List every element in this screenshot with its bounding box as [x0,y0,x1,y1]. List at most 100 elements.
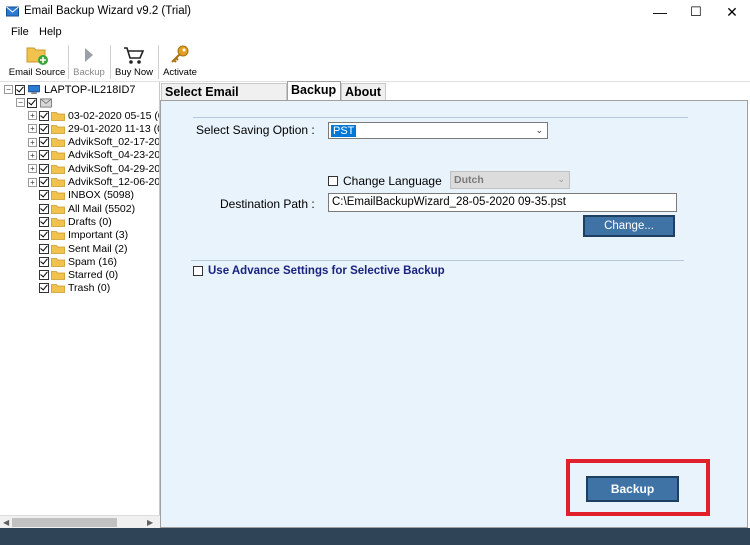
folder-icon [51,271,65,280]
email-source-button[interactable]: Email Source [8,42,66,82]
toolbar-separator [68,45,69,79]
folder-checkbox[interactable] [39,177,49,187]
saving-option-value: PST [331,125,357,137]
folder-icon [51,111,65,121]
tree-folder-item[interactable]: Starred (0) [28,269,118,282]
folder-icon [51,138,65,147]
folder-icon [51,217,65,227]
change-path-button[interactable]: Change... [583,215,675,237]
tree-folder-label: INBOX (5098) [68,189,134,202]
buy-now-label: Buy Now [114,67,153,78]
saving-option-select[interactable]: PST ⌄ [328,122,548,139]
folder-checkbox[interactable] [39,137,49,148]
change-language-option[interactable]: Change Language [328,174,442,188]
collapse-toggle[interactable]: − [16,98,25,107]
tree-root-label: LAPTOP-IL218ID7 [44,83,136,96]
menu-file[interactable]: File [11,26,29,38]
folder-checkbox[interactable] [39,163,49,174]
tree-folder-item[interactable]: +03-02-2020 05-15 (0) [28,109,159,122]
folder-icon [51,231,65,241]
chevron-down-icon: ⌄ [535,125,543,135]
activate-button[interactable]: Activate [161,42,199,82]
folder-checkbox[interactable] [39,123,49,134]
tree-folder-item[interactable]: +29-01-2020 11-13 (0) [28,122,159,135]
folder-checkbox[interactable] [39,150,49,161]
expand-toggle[interactable]: + [28,111,37,120]
tab-strip: Select Email Source Backup About [160,81,750,113]
tree-folder-item[interactable]: INBOX (5098) [28,189,134,202]
toolbar: Email Source Backup Buy Now Activate [0,42,750,82]
folder-checkbox[interactable] [39,110,49,121]
tab-backup[interactable]: Backup [287,81,341,100]
scrollbar-thumb[interactable] [12,518,117,527]
close-button[interactable]: ✕ [714,0,750,24]
folder-checkbox[interactable] [39,190,49,201]
tree-folder-label: Starred (0) [68,269,119,282]
tree-root[interactable]: − LAPTOP-IL218ID7 [4,83,136,96]
tree-folder-label: AdvikSoft_04-23-2019 [68,149,160,162]
play-arrow-icon [85,48,93,62]
app-envelope-icon [6,6,19,17]
expand-toggle[interactable]: + [28,137,37,147]
tree-folder-item[interactable]: + AdvikSoft_04-23-2019 [28,149,160,162]
folder-checkbox[interactable] [39,256,49,267]
tree-folder-item[interactable]: Drafts (0) [28,215,112,228]
folder-icon [51,124,65,134]
advance-settings-option[interactable]: Use Advance Settings for Selective Backu… [193,265,445,277]
status-bar [0,528,750,545]
backup-toolbar-label: Backup [73,67,105,78]
computer-icon [28,84,40,94]
folder-checkbox[interactable] [39,243,49,254]
backup-toolbar-button[interactable]: Backup [71,42,107,82]
divider [193,117,688,118]
minimize-button[interactable]: — [642,0,678,24]
menu-help[interactable]: Help [39,26,62,38]
tree-account[interactable]: − [16,96,56,109]
tree-folder-item[interactable]: Important (3) [28,229,128,242]
root-checkbox[interactable] [15,84,25,95]
key-icon [171,45,189,63]
window-title: Email Backup Wizard v9.2 (Trial) [24,5,192,17]
language-value: Dutch [454,174,484,186]
folder-checkbox[interactable] [39,230,49,241]
folder-add-icon [26,47,48,65]
expand-toggle[interactable]: + [28,124,37,134]
change-language-checkbox[interactable] [328,176,338,186]
tree-folder-item[interactable]: Trash (0) [28,282,110,295]
tree-horizontal-scrollbar[interactable]: ◀ ▶ [0,515,160,528]
expand-toggle[interactable]: + [28,150,37,160]
tree-folder-item[interactable]: + AdvikSoft_04-29-2019 [28,162,160,175]
tree-folder-label: Important (3) [68,229,129,242]
folder-icon [51,178,65,187]
expand-toggle[interactable]: + [28,164,37,174]
collapse-toggle[interactable]: − [4,85,13,94]
tab-about[interactable]: About [341,83,386,100]
folder-icon [51,257,65,267]
advance-settings-checkbox[interactable] [193,266,203,276]
account-checkbox[interactable] [27,97,37,108]
folder-checkbox[interactable] [39,203,49,214]
folder-tree: − LAPTOP-IL218ID7 − +03-02-2020 05-15 (0… [0,82,160,528]
folder-checkbox[interactable] [39,270,49,281]
toolbar-separator [110,45,111,79]
tree-folder-item[interactable]: Spam (16) [28,255,117,268]
language-select[interactable]: Dutch ⌄ [450,171,570,189]
expand-toggle[interactable]: + [28,177,37,187]
destination-path-input[interactable]: C:\EmailBackupWizard_28-05-2020 09-35.ps… [328,193,677,212]
tree-folder-label: AdvikSoft_04-29-2019 [68,162,160,175]
tree-folder-label: Spam (16) [68,255,118,268]
tree-folder-item[interactable]: Sent Mail (2) [28,242,128,255]
folder-checkbox[interactable] [39,216,49,227]
buy-now-button[interactable]: Buy Now [113,42,155,82]
tree-folder-item[interactable]: + AdvikSoft_02-17-2020 [28,136,159,149]
tab-select-email-source[interactable]: Select Email Source [161,83,287,113]
tree-folder-item[interactable]: + AdvikSoft_12-06-2019 [28,176,159,189]
folder-icon [51,244,65,254]
tree-folder-label: Drafts (0) [68,215,112,228]
maximize-button[interactable]: ☐ [678,0,714,24]
tree-folder-item[interactable]: All Mail (5502) [28,202,135,215]
folder-checkbox[interactable] [39,283,49,294]
folder-icon [51,191,65,201]
divider [191,260,684,261]
folder-icon [51,284,65,294]
